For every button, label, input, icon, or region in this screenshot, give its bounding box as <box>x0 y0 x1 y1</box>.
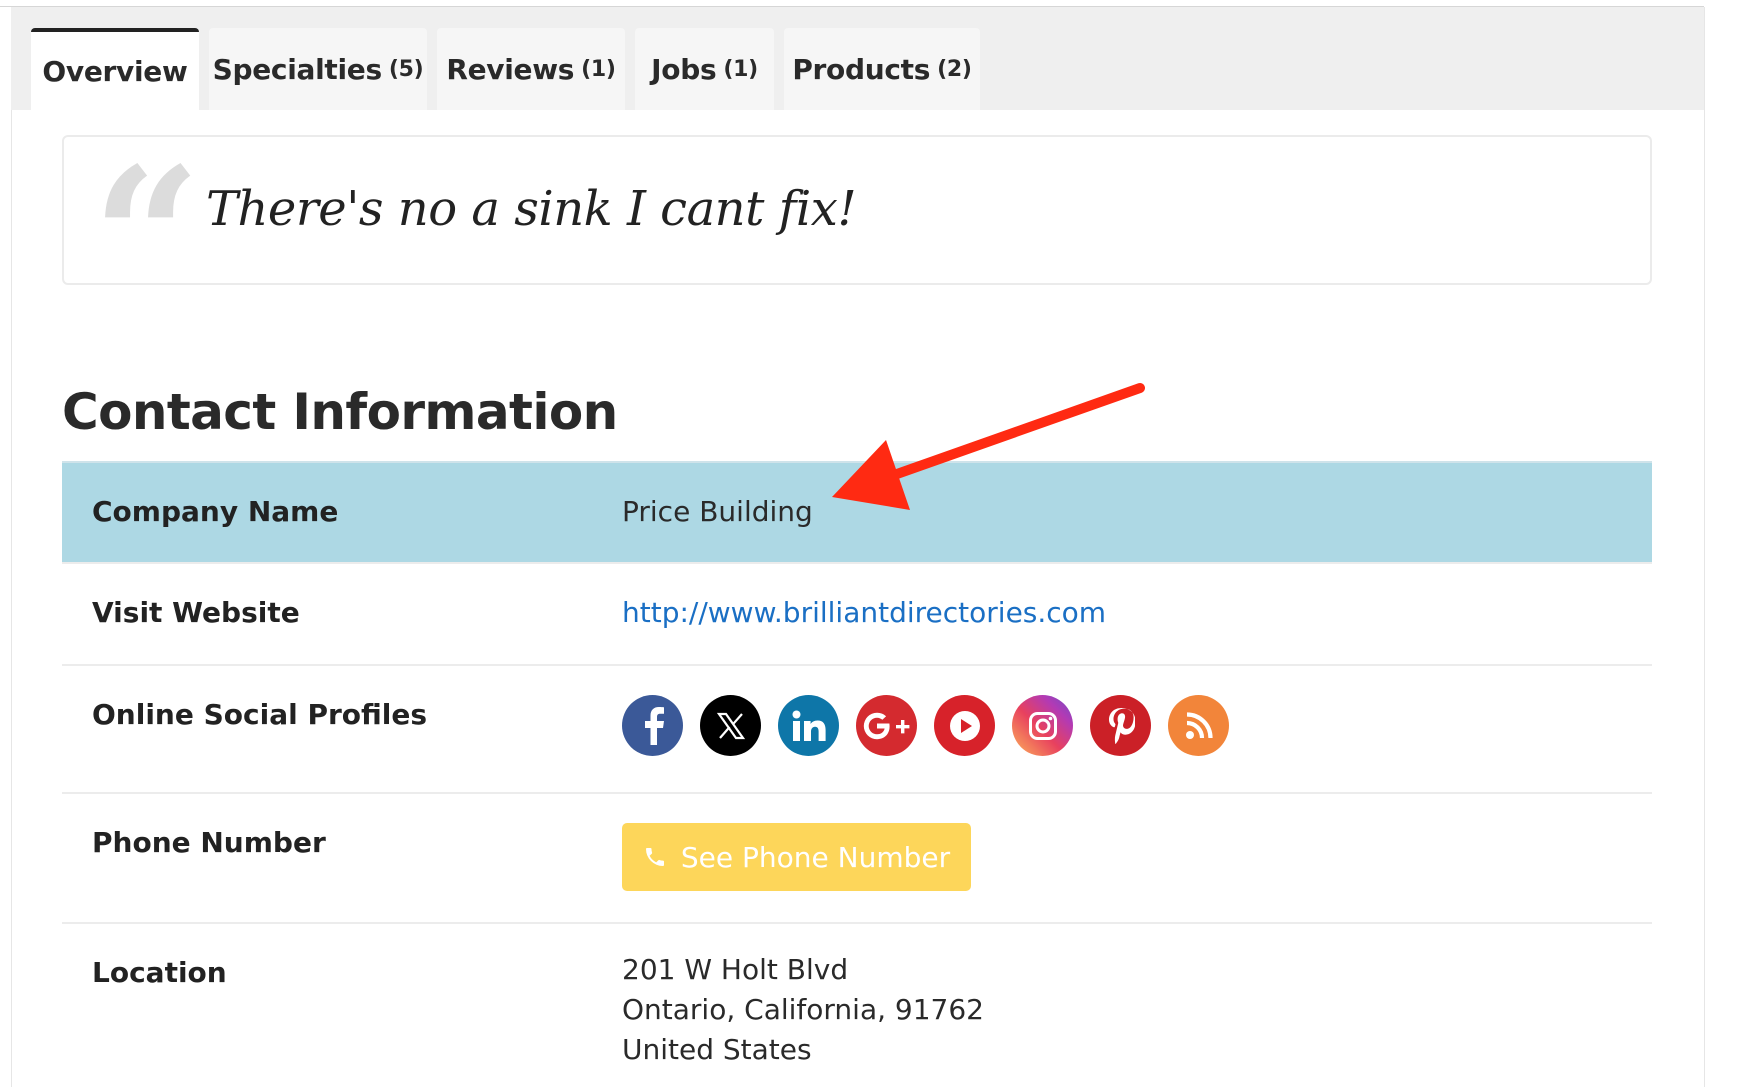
company-name-value: Price Building <box>622 495 813 528</box>
company-name-row: Company Name Price Building <box>62 461 1652 564</box>
rss-icon[interactable] <box>1168 695 1229 756</box>
tab-reviews-count: (1) <box>581 56 616 82</box>
see-phone-number-label: See Phone Number <box>680 840 951 874</box>
company-name-label: Company Name <box>92 495 339 528</box>
linkedin-icon[interactable] <box>778 695 839 756</box>
location-label: Location <box>92 956 227 989</box>
tab-jobs[interactable]: Jobs (1) <box>635 28 774 110</box>
social-label: Online Social Profiles <box>92 698 428 731</box>
website-link[interactable]: http://www.brilliantdirectories.com <box>622 596 1106 629</box>
phone-icon <box>645 848 664 866</box>
tab-specialties-count: (5) <box>388 56 424 82</box>
address-line-1: 201 W Holt Blvd <box>622 953 849 986</box>
youtube-icon[interactable] <box>934 695 995 756</box>
address-line-3: United States <box>622 1033 812 1066</box>
tab-jobs-label: Jobs <box>651 52 717 86</box>
phone-value: See Phone Number <box>622 823 971 891</box>
tab-reviews[interactable]: Reviews (1) <box>437 28 625 110</box>
tab-jobs-count: (1) <box>723 56 758 82</box>
facebook-icon[interactable] <box>622 695 683 756</box>
tab-products-label: Products <box>792 52 931 86</box>
pinterest-icon[interactable] <box>1090 695 1151 756</box>
tab-products-count: (2) <box>937 56 972 82</box>
quote-mark-icon: “ <box>92 126 202 349</box>
tab-specialties-label: Specialties <box>212 52 383 86</box>
tab-specialties[interactable]: Specialties (5) <box>209 28 427 110</box>
see-phone-number-button[interactable]: See Phone Number <box>622 823 971 891</box>
website-label: Visit Website <box>92 596 300 629</box>
profile-tab-bar: Overview Specialties (5) Reviews (1) Job… <box>11 7 1704 110</box>
tab-overview[interactable]: Overview <box>31 28 199 110</box>
social-row: Online Social Profiles <box>62 666 1652 794</box>
tab-reviews-label: Reviews <box>446 52 575 86</box>
contact-info-table: Company Name Price Building Visit Websit… <box>62 461 1652 1084</box>
location-row: Location 201 W Holt Blvd Ontario, Califo… <box>62 924 1652 1084</box>
website-row: Visit Website http://www.brilliantdirect… <box>62 564 1652 666</box>
quote-text: There's no a sink I cant fix! <box>206 181 857 237</box>
instagram-icon[interactable] <box>1012 695 1073 756</box>
phone-row: Phone Number See Phone Number <box>62 794 1652 924</box>
quote-box: “ There's no a sink I cant fix! <box>62 135 1652 333</box>
phone-label: Phone Number <box>92 826 326 859</box>
x-twitter-icon[interactable] <box>700 695 761 756</box>
address-line-2: Ontario, California, 91762 <box>622 993 984 1026</box>
tab-overview-label: Overview <box>42 54 188 88</box>
tab-products[interactable]: Products (2) <box>784 28 980 110</box>
social-icons <box>622 695 1229 756</box>
contact-section-title: Contact Information <box>62 383 618 441</box>
location-address: 201 W Holt Blvd Ontario, California, 917… <box>622 950 984 1070</box>
google-plus-icon[interactable] <box>856 695 917 756</box>
